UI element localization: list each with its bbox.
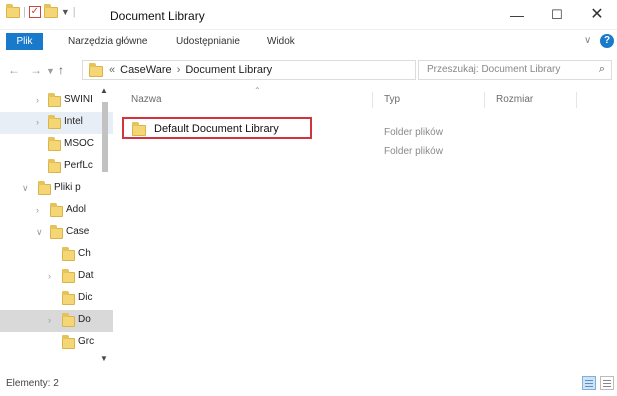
tab-home[interactable]: Narzędzia główne xyxy=(68,33,148,50)
folder-icon xyxy=(6,3,20,18)
column-divider[interactable] xyxy=(372,92,373,108)
breadcrumb-overflow[interactable]: « xyxy=(109,64,115,76)
navigation-pane: › SWINI › Intel MSOC PerfLc ∨ Pliki p › … xyxy=(0,86,113,369)
folder-icon xyxy=(62,247,75,261)
folder-icon xyxy=(62,291,75,305)
breadcrumb: « CaseWare › Document Library xyxy=(109,64,272,76)
column-divider[interactable] xyxy=(484,92,485,108)
details-view-icon[interactable] xyxy=(582,376,596,390)
tree-item[interactable]: ∨ Pliki p xyxy=(0,178,113,200)
status-bar: Elementy: 2 xyxy=(0,372,617,396)
tab-share[interactable]: Udostępnianie xyxy=(176,33,240,50)
expand-chevron-icon[interactable]: › xyxy=(48,315,51,325)
folder-icon xyxy=(48,115,61,129)
expand-ribbon-chevron-icon[interactable]: ∨ xyxy=(584,35,591,46)
tree-item-label: Dic xyxy=(78,292,93,303)
tab-file[interactable]: Plik xyxy=(6,33,43,50)
expand-chevron-icon[interactable]: › xyxy=(36,117,39,127)
collapse-chevron-icon[interactable]: ∨ xyxy=(22,183,29,194)
breadcrumb-item-document-library[interactable]: Document Library xyxy=(185,64,272,76)
folder-icon xyxy=(50,203,63,217)
item-count: Elementy: 2 xyxy=(6,378,59,389)
column-header-size[interactable]: Rozmiar xyxy=(496,94,533,105)
quick-access-toolbar: | ✓ ▼ | xyxy=(6,3,76,18)
folder-icon xyxy=(48,93,61,107)
tree-item-label: Adol xyxy=(66,204,87,215)
list-item[interactable]: Default Document Library xyxy=(122,117,312,139)
file-type: Folder plików xyxy=(384,146,443,157)
tree-item[interactable]: Dic xyxy=(0,288,113,310)
title-bar: | ✓ ▼ | Document Library — ☐ ✕ xyxy=(0,0,617,30)
column-header-type[interactable]: Typ xyxy=(384,94,400,105)
tree-item-label: Ch xyxy=(78,248,91,259)
breadcrumb-item-caseware[interactable]: CaseWare xyxy=(120,64,172,76)
help-button[interactable]: ? xyxy=(600,34,614,48)
tree-item[interactable]: PerfLc xyxy=(0,156,113,178)
search-icon[interactable]: ⌕ xyxy=(599,63,605,76)
tree-item-label: PerfLc xyxy=(64,160,93,171)
tab-view[interactable]: Widok xyxy=(267,33,295,50)
ribbon: Plik Narzędzia główne Udostępnianie Wido… xyxy=(0,30,617,52)
tree-item-label: Pliki p xyxy=(54,182,81,193)
folder-icon xyxy=(132,122,146,136)
scroll-down-icon[interactable]: ▼ xyxy=(100,354,108,363)
tree-item-label: Intel xyxy=(64,116,83,127)
file-type: Folder plików xyxy=(384,127,443,138)
column-header-name[interactable]: Nazwa xyxy=(131,94,162,105)
tree-item[interactable]: › SWINI xyxy=(0,90,113,112)
column-divider[interactable] xyxy=(576,92,577,108)
forward-arrow-icon[interactable]: → xyxy=(30,63,42,77)
tree-item[interactable]: › Do xyxy=(0,310,113,332)
folder-icon xyxy=(38,181,51,195)
properties-check-icon[interactable]: ✓ xyxy=(28,6,41,18)
window-title: Document Library xyxy=(110,9,205,23)
collapse-chevron-icon[interactable]: ∨ xyxy=(36,227,43,238)
maximize-button[interactable]: ☐ xyxy=(540,4,574,26)
tree-item[interactable]: ∨ Case xyxy=(0,222,113,244)
minimize-button[interactable]: — xyxy=(500,4,534,26)
search-box[interactable]: Przeszukaj: Document Library ⌕ xyxy=(418,60,612,80)
tree-item-label: MSOC xyxy=(64,138,94,149)
large-icons-view-icon[interactable] xyxy=(600,376,614,390)
scroll-up-icon[interactable]: ▲ xyxy=(100,86,108,95)
folder-icon xyxy=(89,63,103,77)
tree-item-label: Grc xyxy=(78,336,95,347)
file-list: ⌃ Nazwa Typ Rozmiar Default Document Lib… xyxy=(114,86,617,369)
expand-chevron-icon[interactable]: › xyxy=(36,205,39,215)
folder-icon xyxy=(62,313,75,327)
tree-item[interactable]: › Adol xyxy=(0,200,113,222)
breadcrumb-separator[interactable]: › xyxy=(177,64,181,76)
folder-icon xyxy=(48,137,61,151)
tree-item-label: SWINI xyxy=(64,94,93,105)
navigation-bar: ← → ▼ ↑ «CaseWare›Document Library ∨ ↻ P… xyxy=(0,57,617,83)
tree-item[interactable]: Ch xyxy=(0,244,113,266)
recent-locations-chevron-icon[interactable]: ▼ xyxy=(46,66,55,76)
folder-icon xyxy=(62,269,75,283)
tree-item-label: Do xyxy=(78,314,91,325)
address-bar[interactable]: «CaseWare›Document Library ∨ ↻ xyxy=(82,60,448,80)
expand-chevron-icon[interactable]: › xyxy=(48,271,51,281)
search-input[interactable]: Przeszukaj: Document Library xyxy=(427,64,560,75)
file-name: Default Document Library xyxy=(154,123,279,135)
back-arrow-icon[interactable]: ← xyxy=(8,63,20,77)
tree-item-label: Case xyxy=(66,226,90,237)
close-button[interactable]: ✕ xyxy=(580,4,614,26)
folder-icon xyxy=(62,335,75,349)
customize-qa-chevron-icon[interactable]: ▼ xyxy=(61,7,70,17)
tree-item[interactable]: MSOC xyxy=(0,134,113,156)
folder-icon xyxy=(50,225,63,239)
tree-item-label: Dat xyxy=(78,270,94,281)
folder-icon xyxy=(48,159,61,173)
tree-item[interactable]: Grc xyxy=(0,332,113,354)
expand-chevron-icon[interactable]: › xyxy=(36,95,39,105)
tree-item[interactable]: › Dat xyxy=(0,266,113,288)
up-arrow-icon[interactable]: ↑ xyxy=(58,63,64,77)
sort-caret-icon: ⌃ xyxy=(254,86,261,95)
tree-scrollbar[interactable]: ▲ ▼ xyxy=(100,86,110,369)
scroll-thumb[interactable] xyxy=(102,102,108,172)
new-folder-icon[interactable] xyxy=(43,3,58,18)
tree-item[interactable]: › Intel xyxy=(0,112,113,134)
